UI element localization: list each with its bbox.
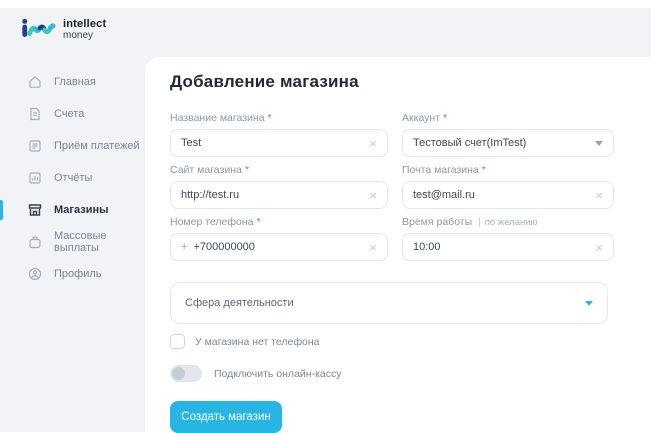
field-work-time: Время работы | по желанию × (402, 216, 614, 261)
online-cashbox-toggle-row: Подключить онлайн-кассу (170, 365, 651, 382)
site-label: Сайт магазина * (170, 164, 388, 176)
no-phone-checkbox[interactable] (170, 334, 185, 349)
site-box: × (170, 181, 388, 209)
field-account: Аккаунт * Тестовый счет(ImTest) (402, 112, 614, 157)
sidebar-item-label: Массовые выплаты (54, 230, 145, 254)
email-label: Почта магазина * (402, 164, 614, 176)
no-phone-checkbox-label: У магазина нет телефона (195, 336, 319, 348)
online-cashbox-toggle-label: Подключить онлайн-кассу (214, 368, 341, 380)
clear-icon[interactable]: × (363, 137, 377, 150)
sidebar-item-profile[interactable]: Профиль (0, 258, 145, 290)
sidebar-item-label: Приём платежей (54, 140, 140, 152)
sidebar-item-stores[interactable]: Магазины (0, 194, 145, 226)
activity-select[interactable]: Сфера деятельности (170, 282, 608, 324)
field-site: Сайт магазина * × (170, 164, 388, 209)
sidebar-nav: Главная Счета Приём платежей Отчёты Мага… (0, 66, 145, 290)
account-select-value: Тестовый счет(ImTest) (413, 137, 589, 149)
sidebar-item-invoices[interactable]: Счета (0, 98, 145, 130)
clear-icon[interactable]: × (589, 241, 603, 254)
home-icon (27, 74, 43, 90)
sidebar-item-payments[interactable]: Приём платежей (0, 130, 145, 162)
store-name-label: Название магазина * (170, 112, 388, 124)
work-time-box: × (402, 233, 614, 261)
clear-icon[interactable]: × (363, 241, 377, 254)
invoice-icon (27, 106, 43, 122)
online-cashbox-toggle[interactable] (170, 365, 202, 382)
phone-box: + × (170, 233, 388, 261)
work-time-label: Время работы | по желанию (402, 216, 614, 228)
chevron-down-icon (585, 301, 593, 306)
sidebar-item-label: Отчёты (54, 172, 92, 184)
required-asterisk: * (482, 164, 486, 176)
sidebar: intellect money Главная Счета Приём плат… (0, 8, 145, 432)
create-store-button[interactable]: Создать магазин (170, 401, 282, 433)
sidebar-item-reports[interactable]: Отчёты (0, 162, 145, 194)
store-icon (27, 202, 43, 218)
sidebar-item-label: Профиль (54, 268, 102, 280)
phone-input[interactable] (193, 241, 363, 253)
page-title: Добавление магазина (170, 72, 651, 92)
clear-icon[interactable]: × (589, 189, 603, 202)
required-asterisk: * (257, 216, 261, 228)
logo-line2: money (63, 31, 106, 42)
intellectmoney-logo-icon (20, 16, 56, 45)
toggle-knob (172, 367, 185, 380)
chevron-down-icon (595, 141, 603, 146)
phone-label: Номер телефона * (170, 216, 388, 228)
required-asterisk: * (245, 164, 249, 176)
payouts-icon (27, 234, 43, 250)
account-label: Аккаунт * (402, 112, 614, 124)
sidebar-item-label: Счета (54, 108, 84, 120)
email-box: × (402, 181, 614, 209)
sidebar-item-home[interactable]: Главная (0, 66, 145, 98)
logo-text: intellect money (63, 19, 106, 41)
hint-separator: | (478, 217, 481, 228)
field-phone: Номер телефона * + × (170, 216, 388, 261)
store-name-input[interactable] (181, 137, 363, 149)
logo[interactable]: intellect money (20, 16, 106, 45)
sidebar-item-payouts[interactable]: Массовые выплаты (0, 226, 145, 258)
sidebar-item-label: Главная (54, 76, 96, 88)
clear-icon[interactable]: × (363, 189, 377, 202)
sidebar-item-label: Магазины (54, 204, 109, 216)
store-name-box: × (170, 129, 388, 157)
phone-prefix: + (181, 241, 187, 253)
no-phone-checkbox-row: У магазина нет телефона (170, 334, 651, 349)
field-store-name: Название магазина * × (170, 112, 388, 157)
work-time-input[interactable] (413, 241, 589, 253)
account-select[interactable]: Тестовый счет(ImTest) (402, 129, 614, 157)
main-panel: Добавление магазина Название магазина * … (145, 57, 651, 432)
payments-icon (27, 138, 43, 154)
site-input[interactable] (181, 189, 363, 201)
email-input[interactable] (413, 189, 589, 201)
profile-icon (27, 266, 43, 282)
required-asterisk: * (268, 112, 272, 124)
reports-icon (27, 170, 43, 186)
store-form: Название магазина * × Аккаунт * Тестовый… (170, 112, 651, 268)
activity-select-placeholder: Сфера деятельности (185, 297, 579, 309)
required-asterisk: * (443, 112, 447, 124)
work-time-hint: по желанию (485, 217, 538, 228)
field-email: Почта магазина * × (402, 164, 614, 209)
